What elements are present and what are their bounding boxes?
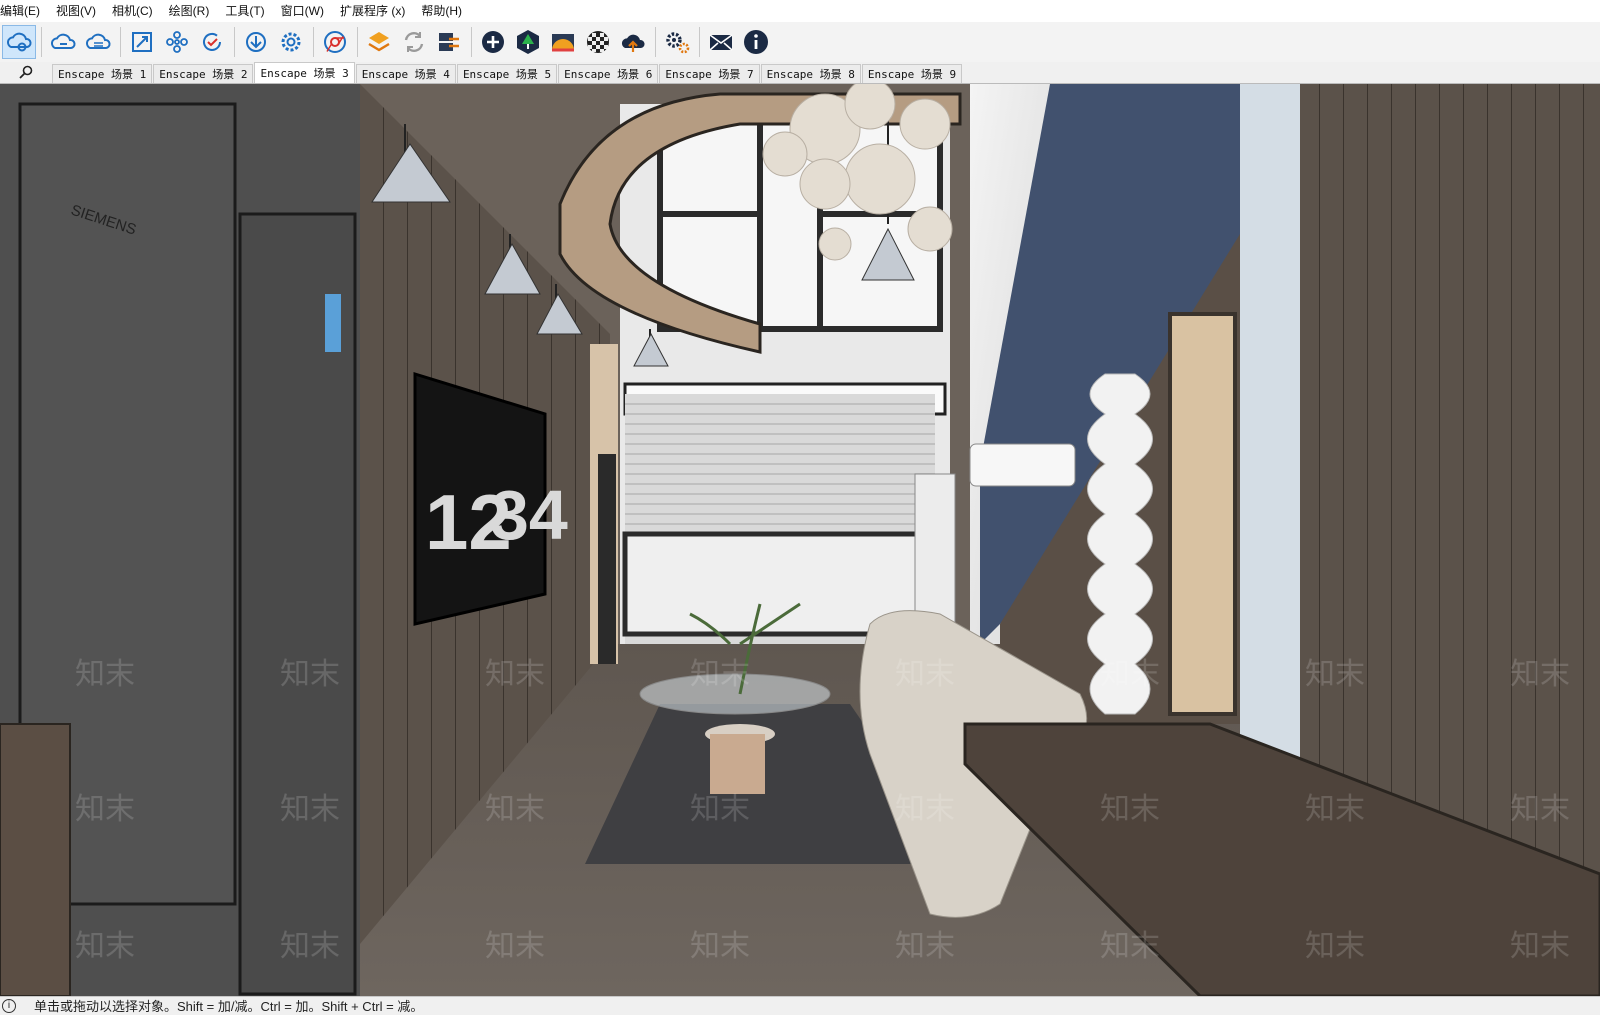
menu-bar: 编辑(E) 视图(V) 相机(C) 绘图(R) 工具(T) 窗口(W) 扩展程序… — [0, 0, 1600, 22]
interior-scene-render: SIEMENS 12 34 知末 知末 知末 知末 知末 知末 知末 知末 知末… — [0, 84, 1600, 996]
side-cabinet — [0, 723, 71, 996]
watermark-text: 知末 — [75, 657, 135, 692]
toolbar-separator — [655, 27, 656, 57]
tab-scene-5[interactable]: Enscape 场景 5 — [456, 64, 558, 83]
watermark-text: 知末 — [895, 929, 955, 964]
tab-scene-6[interactable]: Enscape 场景 6 — [558, 64, 659, 83]
menu-view[interactable]: 视图(V) — [48, 0, 104, 22]
toolbar-separator — [41, 27, 42, 57]
menu-help[interactable]: 帮助(H) — [413, 0, 470, 22]
status-message: 单击或拖动以选择对象。Shift = 加/减。Ctrl = 加。Shift + … — [34, 999, 424, 1014]
wall-air-conditioner — [969, 443, 1076, 487]
watermark-text: 知末 — [1100, 657, 1160, 692]
tab-scene-8[interactable]: Enscape 场景 8 — [760, 64, 861, 83]
watermark-text: 知末 — [280, 657, 340, 692]
watermark-text: 知末 — [1305, 792, 1365, 827]
toolbar-separator — [234, 27, 235, 57]
menu-extensions[interactable]: 扩展程序 (x) — [332, 0, 413, 22]
refresh-check-icon[interactable] — [195, 25, 229, 59]
toolbar-separator — [313, 27, 314, 57]
open-shelving — [1168, 312, 1237, 716]
watermark-text: 知末 — [280, 929, 340, 964]
light-column — [1240, 84, 1300, 784]
watermark-text: 知末 — [75, 792, 135, 827]
tab-scene-3[interactable]: Enscape 场景 3 — [254, 62, 355, 83]
floor-air-purifier — [914, 473, 956, 625]
menu-tools[interactable]: 工具(T) — [217, 0, 272, 22]
watermark-text: 知末 — [1510, 929, 1570, 964]
download-icon[interactable] — [239, 25, 273, 59]
watermark-text: 知末 — [690, 792, 750, 827]
watermark-text: 知末 — [895, 792, 955, 827]
tall-speaker — [598, 454, 616, 664]
enscape-sync-icon[interactable] — [397, 25, 431, 59]
info-icon[interactable] — [739, 25, 773, 59]
watermark-text: 知末 — [485, 657, 545, 692]
tab-scene-9[interactable]: Enscape 场景 9 — [861, 64, 963, 83]
toolbar-separator — [357, 27, 358, 57]
cloud-upload-icon[interactable] — [81, 25, 115, 59]
model-viewport[interactable]: SIEMENS 12 34 知末 知末 知末 知末 知末 知末 知末 知末 知末… — [0, 84, 1600, 996]
fridge-energy-label — [325, 294, 341, 352]
watermark-text: 知末 — [1305, 657, 1365, 692]
menu-draw[interactable]: 绘图(R) — [161, 0, 218, 22]
watermark-text: 知末 — [1100, 792, 1160, 827]
watermark-text: 知末 — [690, 929, 750, 964]
zoom-extents-icon[interactable] — [125, 25, 159, 59]
watermark-text: 知末 — [690, 657, 750, 692]
status-bar: i 单击或拖动以选择对象。Shift = 加/减。Ctrl = 加。Shift … — [0, 996, 1600, 1014]
watermark-text: 知末 — [895, 657, 955, 692]
tab-scene-7[interactable]: Enscape 场景 7 — [659, 64, 760, 83]
menu-camera[interactable]: 相机(C) — [104, 0, 161, 22]
watermark-text: 知末 — [485, 929, 545, 964]
add-icon[interactable] — [476, 25, 510, 59]
tab-scene-4[interactable]: Enscape 场景 4 — [355, 64, 456, 83]
cloud-select-icon[interactable] — [2, 25, 36, 59]
sun-sky-icon[interactable] — [546, 25, 580, 59]
toolbar — [0, 22, 1600, 62]
enscape-settings-icon[interactable] — [660, 25, 694, 59]
scene-tab-bar: Enscape 场景 1 Enscape 场景 2 Enscape 场景 3 E… — [0, 62, 1600, 84]
components-icon[interactable] — [160, 25, 194, 59]
tree-asset-icon[interactable] — [511, 25, 545, 59]
settings-gear-icon[interactable] — [274, 25, 308, 59]
watermark-text: 知末 — [280, 792, 340, 827]
watermark-text: 知末 — [1510, 657, 1570, 692]
status-info-icon[interactable]: i — [2, 998, 16, 1013]
cloud-export-icon[interactable] — [616, 25, 650, 59]
toolbar-separator — [471, 27, 472, 57]
watermark-text: 知末 — [75, 929, 135, 964]
toolbar-separator — [699, 27, 700, 57]
menu-edit[interactable]: 编辑(E) — [0, 0, 48, 22]
window-blinds — [622, 394, 938, 644]
chrome-icon[interactable] — [318, 25, 352, 59]
toolbar-separator — [120, 27, 121, 57]
tab-scene-1[interactable]: Enscape 场景 1 — [52, 64, 153, 83]
clock-minutes: 34 — [490, 476, 568, 554]
tab-scene-2[interactable]: Enscape 场景 2 — [153, 64, 254, 83]
watermark-text: 知末 — [1305, 929, 1365, 964]
watermark-text: 知末 — [1510, 792, 1570, 827]
enscape-views-icon[interactable] — [432, 25, 466, 59]
mail-feedback-icon[interactable] — [704, 25, 738, 59]
enscape-start-icon[interactable] — [362, 25, 396, 59]
material-icon[interactable] — [581, 25, 615, 59]
menu-window[interactable]: 窗口(W) — [273, 0, 332, 22]
watermark-text: 知末 — [1100, 929, 1160, 964]
search-icon[interactable] — [0, 61, 52, 83]
cloud-sync-icon[interactable] — [46, 25, 80, 59]
watermark-text: 知末 — [485, 792, 545, 827]
